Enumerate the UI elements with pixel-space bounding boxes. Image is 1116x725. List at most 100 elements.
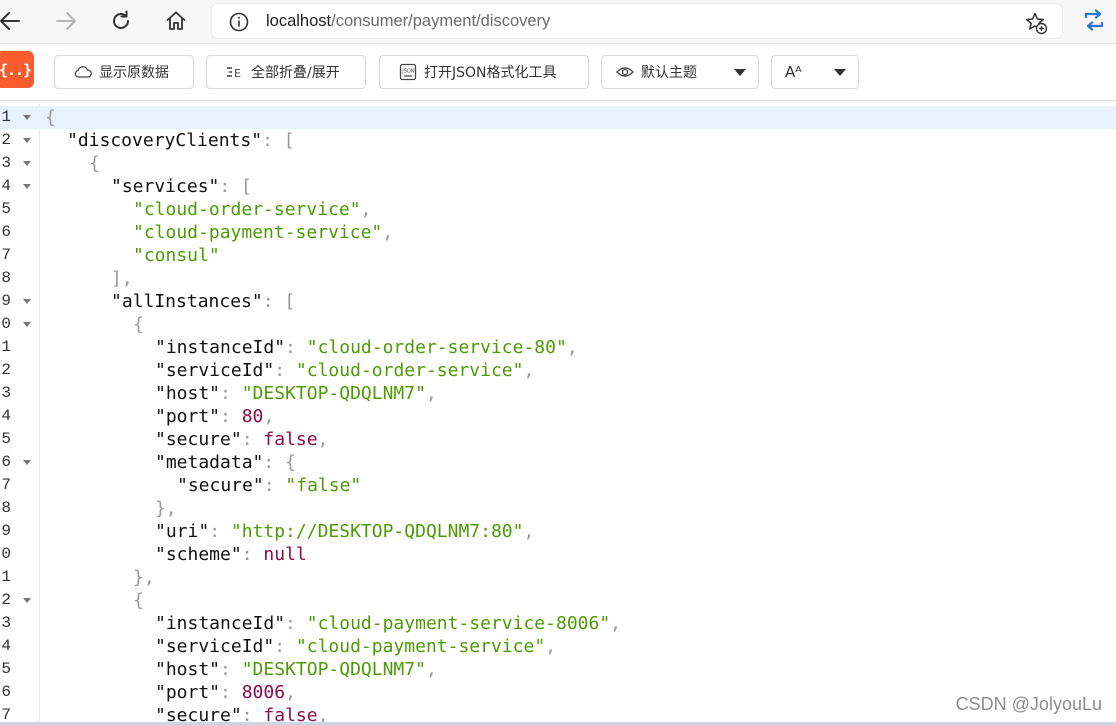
- refresh-button[interactable]: [105, 6, 137, 36]
- json-token: "cloud-order-service": [133, 199, 361, 220]
- json-token: : [: [219, 176, 252, 197]
- code-line: 0{: [0, 313, 1116, 336]
- code-line-content: "allInstances": [: [111, 290, 295, 313]
- fold-all-button[interactable]: E 全部折叠/展开: [206, 55, 366, 89]
- theme-select[interactable]: 默认主题: [601, 55, 759, 89]
- line-number: 8: [1, 269, 11, 287]
- code-line-content: "secure": false,: [155, 428, 328, 451]
- code-line-content: "instanceId": "cloud-order-service-80",: [155, 336, 578, 359]
- line-number: 7: [1, 246, 11, 264]
- font-size-select[interactable]: Aᴬ: [771, 55, 859, 89]
- home-button[interactable]: [160, 6, 192, 36]
- fold-toggle-icon[interactable]: [23, 598, 31, 603]
- code-line: 7 "consul": [0, 244, 1116, 267]
- fold-toggle-icon[interactable]: [23, 161, 31, 166]
- code-line: 6 "metadata": {: [0, 451, 1116, 474]
- json-token: "serviceId": [155, 636, 275, 657]
- json-token: "cloud-payment-service-8006": [306, 613, 611, 634]
- fold-toggle-icon[interactable]: [23, 115, 31, 120]
- json-token: "host": [155, 659, 221, 680]
- json-token: "http://DESKTOP-QDQLNM7:80": [230, 521, 524, 542]
- json-token: ,: [285, 682, 296, 703]
- svg-text:JSON: JSON: [401, 69, 415, 75]
- url-text[interactable]: localhost/consumer/payment/discovery: [266, 10, 550, 32]
- json-token: "secure": [155, 429, 242, 450]
- json-token: :: [241, 544, 264, 565]
- json-token: "instanceId": [155, 613, 286, 634]
- json-token: ,: [610, 613, 622, 634]
- sync-icon[interactable]: [1080, 6, 1108, 34]
- code-line: 6 "port": 8006,: [0, 681, 1116, 704]
- info-icon[interactable]: [228, 11, 250, 33]
- json-token: {: [45, 107, 56, 128]
- json-token: "scheme": [155, 544, 242, 565]
- fold-toggle-icon[interactable]: [23, 322, 31, 327]
- code-line-content: "consul": [133, 244, 220, 267]
- line-number: 3: [1, 384, 11, 402]
- line-number: 2: [1, 361, 11, 379]
- json-token: : [: [262, 130, 295, 151]
- json-token: {: [133, 590, 144, 611]
- line-number: 5: [1, 200, 11, 218]
- address-bar[interactable]: localhost/consumer/payment/discovery: [211, 3, 1063, 39]
- svg-text:E: E: [234, 67, 241, 80]
- json-token: "consul": [133, 245, 220, 266]
- fold-icon: E: [225, 64, 245, 80]
- code-line: 8],: [0, 267, 1116, 290]
- line-number: 3: [1, 154, 11, 172]
- fold-toggle-icon[interactable]: [23, 460, 31, 465]
- json-token: "host": [155, 383, 221, 404]
- line-number: 5: [1, 660, 11, 678]
- json-token: "serviceId": [155, 360, 275, 381]
- json-viewer-logo-button[interactable]: {..}: [0, 51, 34, 88]
- home-icon: [166, 11, 186, 30]
- json-token: :: [220, 383, 242, 404]
- back-button[interactable]: [0, 6, 26, 36]
- json-token: :: [274, 636, 296, 657]
- font-size-icon: Aᴬ: [785, 63, 802, 81]
- code-line-content: "scheme": null: [155, 543, 307, 566]
- json-token: :: [263, 475, 286, 496]
- arrow-left-icon: [0, 12, 20, 30]
- code-line-content: "uri": "http://DESKTOP-QDQLNM7:80",: [155, 520, 534, 543]
- line-number: 2: [1, 131, 11, 149]
- line-number: 9: [1, 522, 11, 540]
- code-line: 9 "uri": "http://DESKTOP-QDQLNM7:80",: [0, 520, 1116, 543]
- code-line: 4 "services": [: [0, 175, 1116, 198]
- fold-toggle-icon[interactable]: [23, 138, 31, 143]
- line-number: 4: [1, 637, 11, 655]
- add-favorite-icon[interactable]: [1024, 11, 1048, 35]
- line-number: 9: [1, 292, 11, 310]
- json-token: ,: [317, 429, 329, 450]
- fold-toggle-icon[interactable]: [23, 184, 31, 189]
- line-number: 6: [1, 223, 11, 241]
- json-token: ,: [360, 199, 372, 220]
- code-line-content: "port": 8006,: [155, 681, 296, 704]
- code-line: 3 "instanceId": "cloud-payment-service-80…: [0, 612, 1116, 635]
- chevron-down-icon: [834, 69, 846, 76]
- line-number: 0: [1, 315, 11, 333]
- json-token: :: [285, 613, 307, 634]
- json-token: :: [220, 659, 242, 680]
- json-token: "cloud-order-service-80": [306, 337, 567, 358]
- code-line-content: {: [89, 152, 100, 175]
- code-line-content: "cloud-payment-service",: [133, 221, 393, 244]
- code-line-content: "serviceId": "cloud-order-service",: [155, 359, 534, 382]
- json-token: :: [220, 406, 242, 427]
- code-line: 5 "secure": false,: [0, 428, 1116, 451]
- json-token: "cloud-order-service": [295, 360, 524, 381]
- json-token: ,: [566, 337, 578, 358]
- open-json-formatter-button[interactable]: JSON 打开JSON格式化工具: [379, 55, 589, 89]
- show-raw-button[interactable]: 显示原数据: [54, 55, 194, 89]
- json-token: "DESKTOP-QDQLNM7": [241, 659, 426, 680]
- forward-button[interactable]: [50, 6, 82, 36]
- json-token: :: [241, 429, 264, 450]
- json-token: },: [133, 567, 155, 588]
- json-token: ,: [263, 406, 275, 427]
- fold-toggle-icon[interactable]: [23, 299, 31, 304]
- json-token: "uri": [155, 521, 210, 542]
- json-code-view[interactable]: 1{2 "discoveryClients": [3{4 "services": […: [0, 104, 1116, 725]
- json-token: ,: [425, 383, 437, 404]
- json-token: "cloud-payment-service": [133, 222, 383, 243]
- code-line: 2 "discoveryClients": [: [0, 129, 1116, 152]
